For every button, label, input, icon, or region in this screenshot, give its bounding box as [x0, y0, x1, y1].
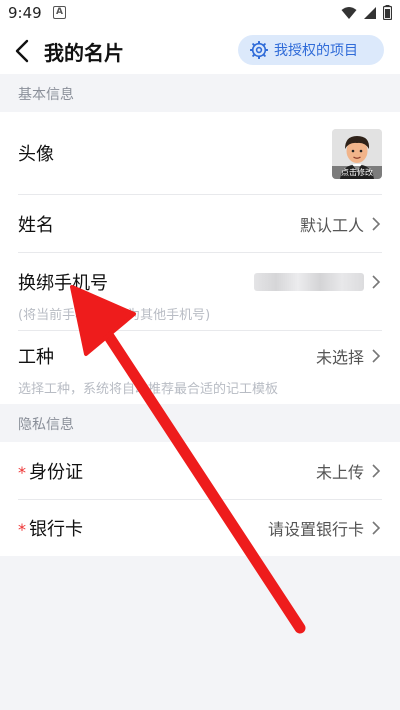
section-label-privacy: 隐私信息 [18, 417, 74, 433]
battery-icon [383, 5, 392, 20]
bank-card-row[interactable]: * 银行卡 请设置银行卡 [18, 500, 382, 556]
trade-label: 工种 [18, 347, 54, 368]
change-phone-label: 换绑手机号 [18, 273, 108, 294]
privacy-info-card: * 身份证 未上传 * 银行卡 请设置银行卡 [0, 442, 400, 556]
avatar-row[interactable]: 头像 [18, 112, 382, 194]
title-bar: 我的名片 我授权的项目 [0, 28, 400, 74]
id-card-value: 未上传 [315, 462, 364, 482]
notification-icon: A [53, 6, 66, 19]
authorized-projects-label: 我授权的项目 [274, 43, 358, 59]
divider [18, 330, 382, 331]
change-phone-hint: (将当前手机号更换为其他手机号) [18, 308, 211, 323]
back-arrow-icon[interactable] [8, 36, 38, 66]
signal-icon [364, 6, 376, 19]
required-mark: * [18, 520, 26, 539]
required-mark: * [18, 462, 26, 482]
status-icons [341, 5, 392, 20]
trade-row[interactable]: 工种 未选择 [18, 338, 382, 374]
chevron-right-icon [372, 216, 381, 231]
wifi-icon [341, 6, 357, 19]
avatar-caption: 点击修改 [332, 166, 382, 179]
page-title: 我的名片 [44, 41, 124, 65]
status-time: 9:49 [8, 4, 42, 22]
bank-card-label: 银行卡 [29, 519, 83, 540]
name-value: 默认工人 [299, 215, 364, 235]
masked-phone-number [254, 273, 364, 291]
divider [18, 252, 382, 253]
id-card-label: 身份证 [29, 461, 83, 483]
chevron-right-icon [372, 275, 381, 289]
section-label-basic: 基本信息 [18, 87, 74, 103]
gear-icon [250, 41, 268, 59]
trade-value: 未选择 [315, 348, 364, 367]
id-card-row[interactable]: * 身份证 未上传 [18, 442, 382, 499]
status-bar: 9:49 A [0, 0, 400, 28]
change-phone-row[interactable]: 换绑手机号 [18, 264, 382, 300]
avatar-label: 头像 [18, 144, 54, 165]
trade-hint: 选择工种，系统将自动推荐最合适的记工模板 [18, 382, 279, 397]
authorized-projects-button[interactable]: 我授权的项目 [238, 35, 384, 65]
chevron-right-icon [372, 521, 381, 535]
avatar[interactable]: 点击修改 [332, 129, 382, 179]
basic-info-card: 头像 点击修改 姓名 默认工人 换绑手机号 (将当前手机号更换为其他手机号) 工… [0, 112, 400, 404]
bank-card-value: 请设置银行卡 [267, 520, 364, 539]
chevron-right-icon [372, 349, 381, 363]
name-row[interactable]: 姓名 默认工人 [18, 195, 382, 252]
name-label: 姓名 [18, 214, 54, 236]
chevron-right-icon [372, 463, 381, 478]
